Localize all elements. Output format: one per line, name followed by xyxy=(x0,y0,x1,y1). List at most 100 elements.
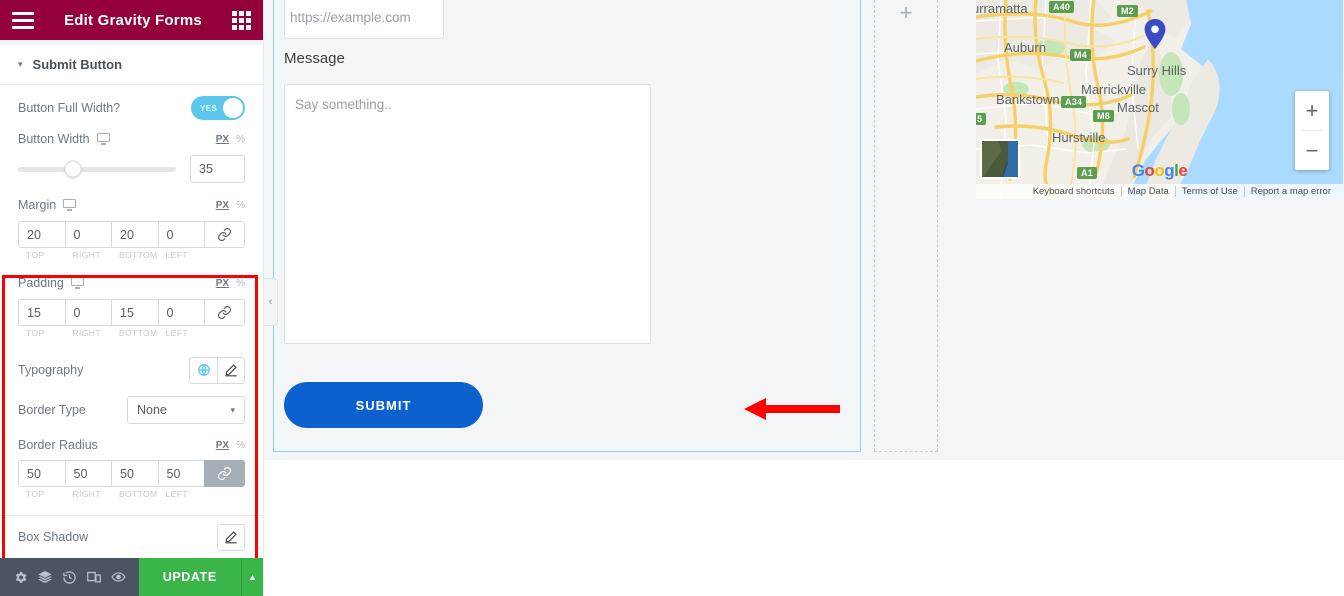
map-zoom-out-button[interactable]: − xyxy=(1295,131,1329,170)
map-place-label: Bankstown xyxy=(996,92,1060,107)
button-width-input[interactable]: 35 xyxy=(190,155,245,183)
google-map-widget[interactable]: urramatta Auburn Bankstown Surry Hills M… xyxy=(976,0,1343,199)
map-road-shield: A1 xyxy=(1077,167,1097,179)
map-keyboard-shortcuts-link[interactable]: Keyboard shortcuts xyxy=(1027,186,1121,197)
globe-icon[interactable] xyxy=(189,356,217,384)
message-textarea[interactable]: Say something.. xyxy=(284,84,651,344)
side-label-spacer xyxy=(204,328,245,338)
map-road-shield: A34 xyxy=(1061,96,1087,108)
button-width-label: Button Width xyxy=(18,132,90,146)
padding-top-input[interactable]: 15 xyxy=(18,299,65,326)
map-place-label: Marrickville xyxy=(1081,82,1146,97)
border-radius-bottom-input[interactable]: 50 xyxy=(111,460,158,487)
pencil-edit-icon[interactable] xyxy=(217,523,245,551)
padding-units: PX % xyxy=(216,278,245,289)
map-terms-of-use-link[interactable]: Terms of Use xyxy=(1174,186,1244,197)
panel-collapse-handle[interactable]: ‹ xyxy=(264,278,278,326)
padding-label: Padding xyxy=(18,276,64,290)
side-label-right: RIGHT xyxy=(72,489,101,499)
border-radius-right-input[interactable]: 50 xyxy=(64,460,111,487)
history-revisions-icon[interactable] xyxy=(57,558,82,596)
side-label-bottom: BOTTOM xyxy=(118,328,158,338)
button-width-label-group: Button Width xyxy=(18,132,110,146)
padding-bottom-input[interactable]: 15 xyxy=(111,299,158,326)
map-road-shield: M8 xyxy=(1093,110,1114,122)
unit-px[interactable]: PX xyxy=(216,134,229,145)
margin-right-input[interactable]: 0 xyxy=(64,221,111,248)
google-brand-logo: Google xyxy=(1131,161,1188,180)
map-data-link[interactable]: Map Data xyxy=(1120,186,1175,197)
margin-top-input[interactable]: 20 xyxy=(18,221,65,248)
side-label-left: LEFT xyxy=(165,489,188,499)
map-road-shield: M2 xyxy=(1117,5,1138,17)
desktop-device-icon[interactable] xyxy=(96,133,110,145)
side-label-top: TOP xyxy=(26,328,45,338)
pencil-edit-icon[interactable] xyxy=(217,356,245,384)
margin-bottom-input[interactable]: 20 xyxy=(111,221,158,248)
border-radius-dimensions: 50 50 50 50 TOP RIGHT BOTTOM LEFT xyxy=(0,460,263,499)
toggle-knob xyxy=(223,98,243,118)
section-title: Submit Button xyxy=(32,57,123,72)
padding-right-input[interactable]: 0 xyxy=(64,299,111,326)
plus-add-icon[interactable]: + xyxy=(895,2,917,24)
button-width-units: PX % xyxy=(216,134,245,145)
map-satellite-thumbnail[interactable] xyxy=(980,139,1020,179)
margin-side-labels: TOP RIGHT BOTTOM LEFT xyxy=(18,250,245,260)
map-road-shield: 5 xyxy=(976,113,987,125)
margin-fields: 20 0 20 0 xyxy=(18,221,245,248)
section-header-submit-button[interactable]: ▾ Submit Button xyxy=(0,45,263,85)
panel-body: Button Full Width? YES Button Width PX % xyxy=(0,85,263,558)
preview-eye-icon[interactable] xyxy=(106,558,131,596)
red-pointer-arrow-annotation xyxy=(744,398,840,420)
desktop-device-icon[interactable] xyxy=(63,199,77,211)
unit-px[interactable]: PX xyxy=(216,200,229,211)
padding-link-values-icon[interactable] xyxy=(204,299,245,326)
map-road-shield: A40 xyxy=(1049,1,1075,13)
border-type-label: Border Type xyxy=(18,403,86,417)
update-button[interactable]: UPDATE xyxy=(138,558,241,596)
unit-percent[interactable]: % xyxy=(236,134,245,145)
control-button-width: Button Width PX % xyxy=(0,125,263,153)
border-radius-top-input[interactable]: 50 xyxy=(18,460,65,487)
button-width-slider-row: 35 xyxy=(0,153,263,185)
control-button-full-width: Button Full Width? YES xyxy=(0,91,263,125)
side-label-bottom: BOTTOM xyxy=(118,489,158,499)
update-options-caret-icon[interactable]: ▲ xyxy=(240,558,263,596)
settings-gear-icon[interactable] xyxy=(8,558,33,596)
message-field-label: Message xyxy=(284,50,345,67)
padding-left-input[interactable]: 0 xyxy=(157,299,204,326)
button-width-slider[interactable] xyxy=(18,160,176,178)
control-border-type: Border Type None ▾ xyxy=(0,390,263,430)
unit-percent[interactable]: % xyxy=(236,200,245,211)
empty-column-placeholder[interactable] xyxy=(874,0,938,452)
slider-knob[interactable] xyxy=(64,160,82,178)
map-road-shield: M4 xyxy=(1070,49,1091,61)
responsive-mode-icon[interactable] xyxy=(82,558,107,596)
form-section-container[interactable]: https://example.com Message Say somethin… xyxy=(273,0,861,452)
border-type-select[interactable]: None ▾ xyxy=(127,396,245,424)
unit-percent[interactable]: % xyxy=(236,440,245,451)
unit-px[interactable]: PX xyxy=(216,278,229,289)
margin-link-values-icon[interactable] xyxy=(204,221,245,248)
toggle-state-text: YES xyxy=(200,103,218,113)
unit-percent[interactable]: % xyxy=(236,278,245,289)
layers-navigator-icon[interactable] xyxy=(33,558,58,596)
unit-px[interactable]: PX xyxy=(216,440,229,451)
side-label-bottom: BOTTOM xyxy=(118,250,158,260)
editor-panel: Edit Gravity Forms ▾ Submit Button Butto… xyxy=(0,0,264,596)
desktop-device-icon[interactable] xyxy=(70,277,84,289)
map-zoom-in-button[interactable]: + xyxy=(1295,91,1329,130)
map-report-error-link[interactable]: Report a map error xyxy=(1243,186,1337,197)
canvas-gray-area: https://example.com Message Say somethin… xyxy=(264,0,1344,460)
margin-left-input[interactable]: 0 xyxy=(157,221,204,248)
button-full-width-toggle[interactable]: YES xyxy=(191,96,245,120)
side-label-top: TOP xyxy=(26,250,45,260)
hamburger-menu-icon[interactable] xyxy=(12,11,34,29)
location-pin-marker[interactable] xyxy=(1144,19,1166,49)
border-radius-link-values-icon[interactable] xyxy=(204,460,245,487)
submit-button[interactable]: SUBMIT xyxy=(284,382,483,428)
url-input-field[interactable]: https://example.com xyxy=(284,0,444,39)
grid-apps-icon[interactable] xyxy=(232,10,251,30)
chevron-down-icon: ▾ xyxy=(230,404,235,415)
border-radius-left-input[interactable]: 50 xyxy=(157,460,204,487)
